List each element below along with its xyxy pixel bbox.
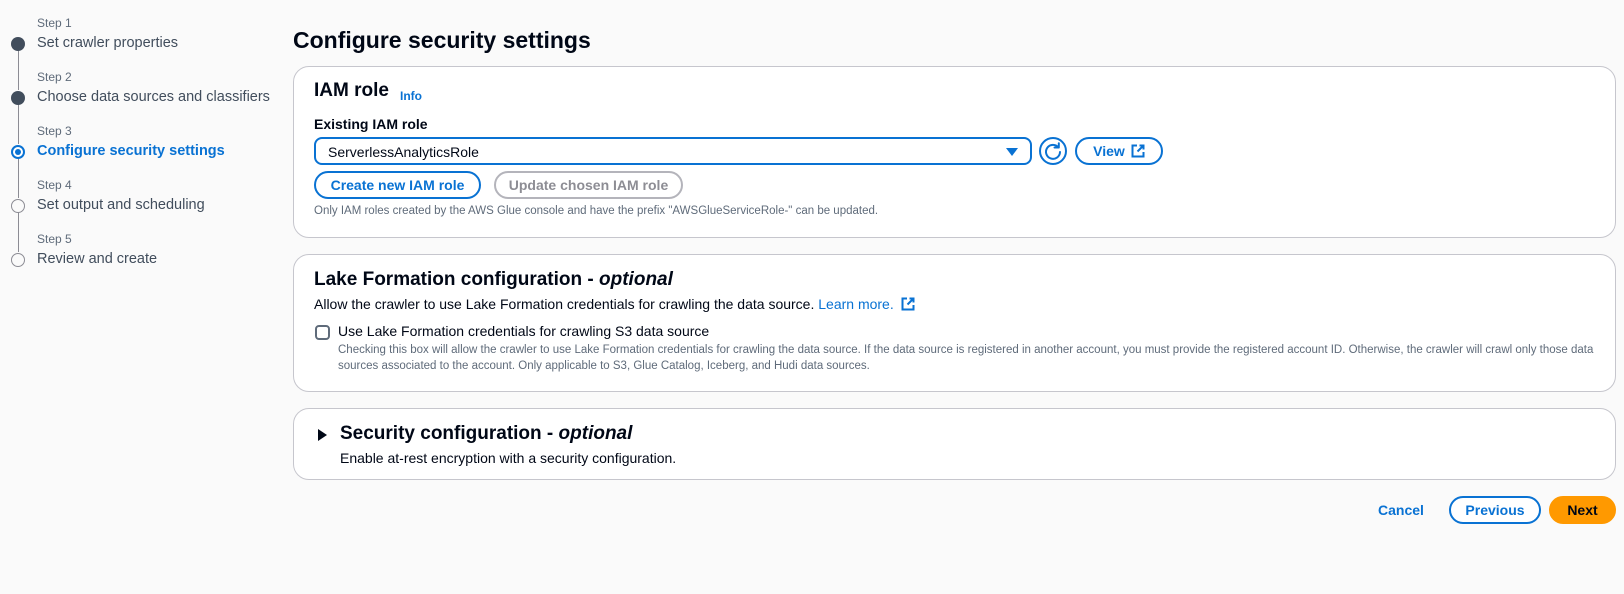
optional-tag: optional xyxy=(558,423,633,444)
iam-role-info-link[interactable]: Info xyxy=(400,89,422,103)
caret-down-icon xyxy=(1006,148,1018,156)
existing-iam-role-label: Existing IAM role xyxy=(314,116,428,132)
step-4: Step 4 Set output and scheduling xyxy=(0,178,280,232)
step-2[interactable]: Step 2 Choose data sources and classifie… xyxy=(0,70,280,124)
step-1[interactable]: Step 1 Set crawler properties xyxy=(0,16,280,70)
lake-formation-description: Allow the crawler to use Lake Formation … xyxy=(314,296,915,312)
lake-formation-heading: Lake Formation configuration - optional xyxy=(314,269,673,291)
step-title[interactable]: Set crawler properties xyxy=(37,35,178,51)
iam-role-heading: IAM role xyxy=(314,80,389,101)
wizard-steps-nav: Step 1 Set crawler properties Step 2 Cho… xyxy=(0,0,280,594)
next-button[interactable]: Next xyxy=(1549,496,1616,524)
refresh-roles-button[interactable] xyxy=(1039,137,1067,165)
previous-label: Previous xyxy=(1465,502,1525,518)
create-iam-role-label: Create new IAM role xyxy=(330,177,465,193)
security-configuration-heading-text: Security configuration - xyxy=(340,423,554,444)
security-configuration-heading[interactable]: Security configuration - optional xyxy=(340,423,632,445)
step-5: Step 5 Review and create xyxy=(0,232,280,286)
cancel-label: Cancel xyxy=(1378,502,1424,518)
step-number: Step 5 xyxy=(37,232,72,246)
step-title: Configure security settings xyxy=(37,143,225,159)
view-role-label: View xyxy=(1093,143,1125,159)
external-link-icon xyxy=(1131,144,1145,158)
lake-formation-credentials-checkbox[interactable] xyxy=(315,325,330,340)
iam-role-hint: Only IAM roles created by the AWS Glue c… xyxy=(314,205,879,217)
iam-role-panel: IAM role Info Existing IAM role Serverle… xyxy=(293,66,1616,238)
learn-more-link[interactable]: Learn more. xyxy=(818,296,915,312)
page-title: Configure security settings xyxy=(293,27,591,53)
previous-button[interactable]: Previous xyxy=(1449,496,1541,524)
lake-formation-description-text: Allow the crawler to use Lake Formation … xyxy=(314,296,815,312)
step-complete-indicator xyxy=(11,91,25,105)
step-complete-indicator xyxy=(11,37,25,51)
external-link-icon xyxy=(901,297,915,311)
step-title[interactable]: Choose data sources and classifiers xyxy=(37,89,270,105)
step-number: Step 2 xyxy=(37,70,72,84)
optional-tag: optional xyxy=(599,269,673,290)
iam-role-select[interactable]: ServerlessAnalyticsRole xyxy=(314,137,1032,165)
next-label: Next xyxy=(1567,502,1598,518)
learn-more-label: Learn more. xyxy=(818,296,894,312)
lake-formation-heading-text: Lake Formation configuration - xyxy=(314,269,594,290)
refresh-icon xyxy=(1045,142,1061,160)
step-title: Review and create xyxy=(37,251,158,267)
update-iam-role-button: Update chosen IAM role xyxy=(494,171,683,199)
update-iam-role-label: Update chosen IAM role xyxy=(508,177,669,193)
cancel-button[interactable]: Cancel xyxy=(1366,496,1436,524)
step-current-indicator xyxy=(11,145,25,159)
step-title: Set output and scheduling xyxy=(37,197,205,213)
step-pending-indicator xyxy=(11,253,25,267)
step-pending-indicator xyxy=(11,199,25,213)
lake-formation-panel: Lake Formation configuration - optional … xyxy=(293,254,1616,392)
step-number: Step 4 xyxy=(37,178,72,192)
lake-formation-checkbox-label[interactable]: Use Lake Formation credentials for crawl… xyxy=(338,323,709,339)
step-number: Step 1 xyxy=(37,16,72,30)
create-iam-role-button[interactable]: Create new IAM role xyxy=(314,171,481,199)
security-configuration-description: Enable at-rest encryption with a securit… xyxy=(340,450,677,466)
security-configuration-panel: Security configuration - optional Enable… xyxy=(293,408,1616,480)
iam-role-selected-value: ServerlessAnalyticsRole xyxy=(328,144,479,160)
view-role-button[interactable]: View xyxy=(1075,137,1163,165)
step-3: Step 3 Configure security settings xyxy=(0,124,280,178)
expand-caret-icon[interactable] xyxy=(318,429,327,441)
step-number: Step 3 xyxy=(37,124,72,138)
lake-formation-checkbox-description: Checking this box will allow the crawler… xyxy=(338,344,1594,372)
